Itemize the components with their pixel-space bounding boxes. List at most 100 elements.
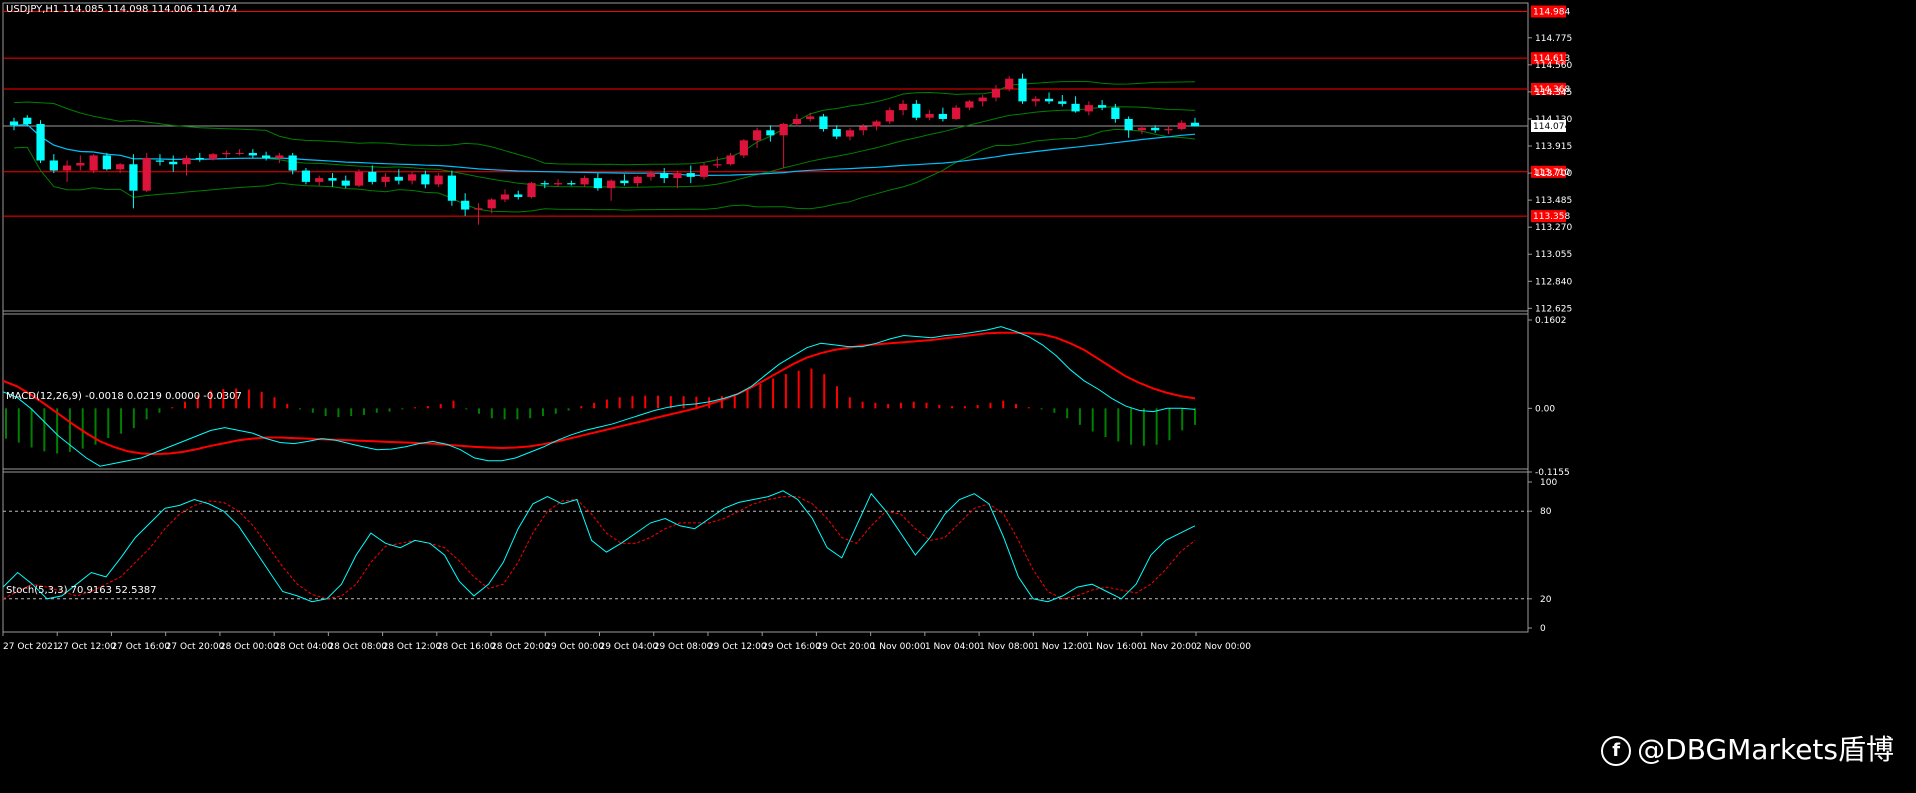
candle-body (155, 160, 165, 162)
candle-body (898, 103, 908, 111)
candle-body (1151, 127, 1160, 131)
candle (368, 165, 377, 185)
level-lines (3, 5, 1566, 223)
price-tick-label: 112.625 (1535, 304, 1572, 314)
candle-body (248, 152, 257, 156)
time-tick-label: 28 Oct 08:00 (328, 642, 387, 652)
candle (1190, 117, 1200, 127)
candle (553, 179, 563, 187)
main-chart-info: USDJPY,H1 114.085 114.098 114.006 114.07… (6, 4, 238, 15)
candle-body (713, 164, 722, 166)
time-tick-label: 1 Nov 16:00 (1088, 642, 1143, 652)
candle-body (328, 178, 337, 181)
level-tag-label: 114.984 (1533, 7, 1570, 17)
candle-body (49, 160, 58, 171)
candle-body (912, 103, 921, 118)
candle (434, 173, 443, 187)
candle-body (752, 130, 762, 141)
candle (235, 149, 244, 156)
level-tag-label: 113.358 (1533, 212, 1570, 222)
time-tick-label: 29 Oct 16:00 (762, 642, 821, 652)
candle-body (89, 155, 98, 171)
candle (461, 193, 470, 216)
candle-body (779, 123, 788, 136)
candle (1044, 92, 1054, 104)
candle (182, 155, 191, 176)
price-tick-label: 113.700 (1535, 169, 1572, 179)
stoch-signal-line (2, 496, 1196, 600)
candle-body (1071, 103, 1080, 112)
candle (620, 174, 629, 186)
macd-info: MACD(12,26,9) -0.0018 0.0219 0.0000 -0.0… (6, 391, 242, 402)
macd-tick-label: -0.1155 (1535, 468, 1570, 478)
candle (195, 152, 204, 162)
candle-body (925, 113, 934, 118)
time-tick-label: 29 Oct 04:00 (600, 642, 659, 652)
candle (36, 120, 45, 163)
candle (912, 100, 921, 121)
candle (686, 165, 695, 184)
candle (142, 152, 151, 192)
candle-body (1031, 98, 1040, 102)
price-tick-label: 113.270 (1535, 223, 1572, 233)
time-tick-label: 29 Oct 20:00 (816, 642, 875, 652)
candle (673, 170, 682, 189)
candle-body (1018, 78, 1027, 102)
candle (474, 203, 483, 225)
candle-body (527, 183, 536, 197)
candle-body (407, 174, 417, 181)
candle (514, 190, 523, 200)
price-tick-label: 114.130 (1535, 115, 1572, 125)
time-tick-label: 28 Oct 04:00 (274, 642, 333, 652)
candle-body (195, 157, 204, 160)
facebook-like-icon: f (1601, 736, 1632, 766)
price-tick-label: 112.840 (1535, 277, 1572, 287)
stoch-main-line (2, 490, 1196, 603)
candle (593, 173, 602, 191)
candle-body (36, 123, 45, 161)
candle (76, 155, 85, 171)
candle (540, 180, 549, 189)
candle-body (182, 157, 191, 165)
candle-body (421, 174, 430, 185)
candle (991, 84, 1001, 102)
candle-body (341, 180, 350, 186)
candle-body (1190, 122, 1200, 127)
candle-body (567, 183, 576, 185)
candle (1031, 96, 1040, 107)
candle (262, 151, 271, 161)
candle (872, 120, 881, 131)
candle (1177, 120, 1186, 131)
candle-body (673, 173, 682, 179)
candle (885, 107, 894, 124)
candle (1164, 125, 1173, 135)
candle-body (1084, 105, 1093, 112)
candle-body (262, 155, 271, 158)
candle-body (102, 155, 112, 170)
candle (699, 163, 709, 180)
candle (792, 113, 802, 127)
candle-body (129, 164, 138, 191)
candle-body (23, 117, 32, 124)
candle (89, 154, 98, 174)
candle-body (1097, 105, 1107, 108)
candle-body (474, 208, 483, 210)
candle-body (726, 155, 735, 165)
candle (1124, 116, 1133, 138)
candle (607, 179, 616, 201)
candle (925, 110, 934, 121)
candle (62, 160, 72, 182)
candle (898, 100, 908, 116)
stoch-info: Stoch(5,3,3) 70.9163 52.5387 (6, 585, 157, 596)
candle-body (819, 116, 828, 130)
candle-body (991, 88, 1001, 98)
trading-chart[interactable]: 114.984114.613114.368113.710113.358114.0… (0, 0, 1916, 793)
time-tick-label: 29 Oct 12:00 (708, 642, 767, 652)
stoch-tick-label: 0 (1540, 624, 1546, 634)
candle (407, 171, 417, 185)
candle-body (646, 173, 656, 177)
candle-body (540, 183, 549, 185)
candle-body (766, 130, 775, 136)
candle (527, 181, 536, 199)
candle-body (806, 116, 815, 119)
